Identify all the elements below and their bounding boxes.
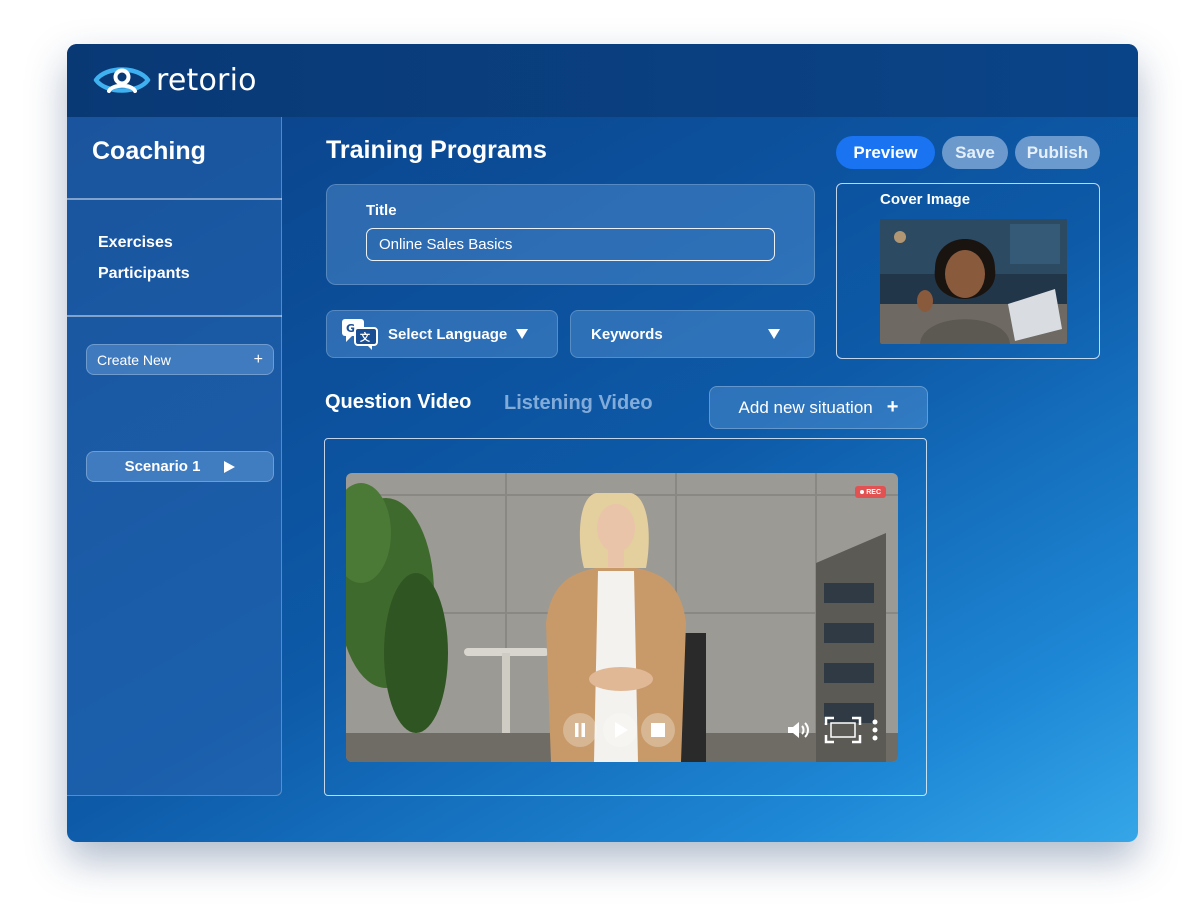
fullscreen-icon	[824, 716, 862, 744]
svg-text:文: 文	[360, 331, 371, 344]
plus-icon: +	[253, 350, 263, 368]
save-button[interactable]: Save	[942, 136, 1008, 169]
scenario-label: Scenario 1	[124, 458, 201, 475]
sidebar-divider	[67, 198, 282, 200]
caret-down-icon	[516, 329, 529, 339]
create-new-label: Create New	[97, 351, 171, 368]
keywords-label: Keywords	[591, 325, 663, 343]
sidebar-divider	[67, 315, 282, 317]
svg-text:G: G	[346, 322, 355, 335]
create-new-button[interactable]: Create New +	[86, 344, 274, 375]
sidebar-title[interactable]: Coaching	[92, 137, 206, 166]
title-label: Title	[366, 202, 397, 219]
title-card: Title	[326, 184, 815, 285]
cover-image-card[interactable]: Cover Image	[836, 183, 1100, 359]
add-new-situation-label: Add new situation	[738, 397, 873, 417]
logo[interactable]: retorio	[92, 60, 257, 100]
volume-icon	[788, 722, 809, 738]
play-icon	[224, 460, 236, 473]
fullscreen-button[interactable]	[824, 716, 862, 744]
app-window: retorio Coaching Exercises Participants …	[67, 44, 1138, 842]
video-player[interactable]: REC	[346, 473, 898, 762]
video-frame: REC	[324, 438, 927, 796]
play-button[interactable]	[603, 713, 637, 747]
sidebar-item-exercises[interactable]: Exercises	[98, 234, 173, 252]
rec-badge: REC	[855, 486, 886, 498]
keywords-dropdown[interactable]: Keywords	[570, 310, 815, 358]
title-input[interactable]	[366, 228, 775, 261]
caret-down-icon	[768, 329, 780, 339]
stop-button[interactable]	[641, 713, 675, 747]
cover-image-label: Cover Image	[880, 191, 971, 208]
volume-button[interactable]	[786, 719, 814, 741]
rec-label: REC	[866, 488, 881, 496]
play-icon	[615, 722, 628, 738]
eye-logo-icon	[93, 67, 151, 93]
select-language-dropdown[interactable]: G 文 Select Language	[326, 310, 558, 358]
pause-button[interactable]	[563, 713, 597, 747]
more-vertical-icon	[872, 719, 878, 741]
plus-icon: +	[886, 396, 899, 418]
top-bar: retorio	[67, 44, 1138, 117]
stop-icon	[651, 723, 665, 737]
cover-image[interactable]	[880, 219, 1067, 344]
tab-listening-video[interactable]: Listening Video	[504, 392, 653, 415]
translate-icon: G 文	[342, 319, 378, 350]
sidebar-item-participants[interactable]: Participants	[98, 265, 190, 283]
tab-question-video[interactable]: Question Video	[325, 391, 471, 414]
page-title: Training Programs	[326, 136, 547, 164]
publish-button[interactable]: Publish	[1015, 136, 1100, 169]
more-options-button[interactable]	[868, 718, 882, 742]
select-language-label: Select Language	[388, 325, 508, 343]
preview-button[interactable]: Preview	[836, 136, 935, 169]
pause-icon	[575, 723, 585, 737]
add-new-situation-button[interactable]: Add new situation +	[709, 386, 928, 429]
rec-dot-icon	[860, 490, 865, 494]
scenario-button[interactable]: Scenario 1	[86, 451, 274, 482]
logo-text: retorio	[156, 62, 257, 98]
sidebar: Coaching Exercises Participants Create N…	[67, 117, 282, 796]
